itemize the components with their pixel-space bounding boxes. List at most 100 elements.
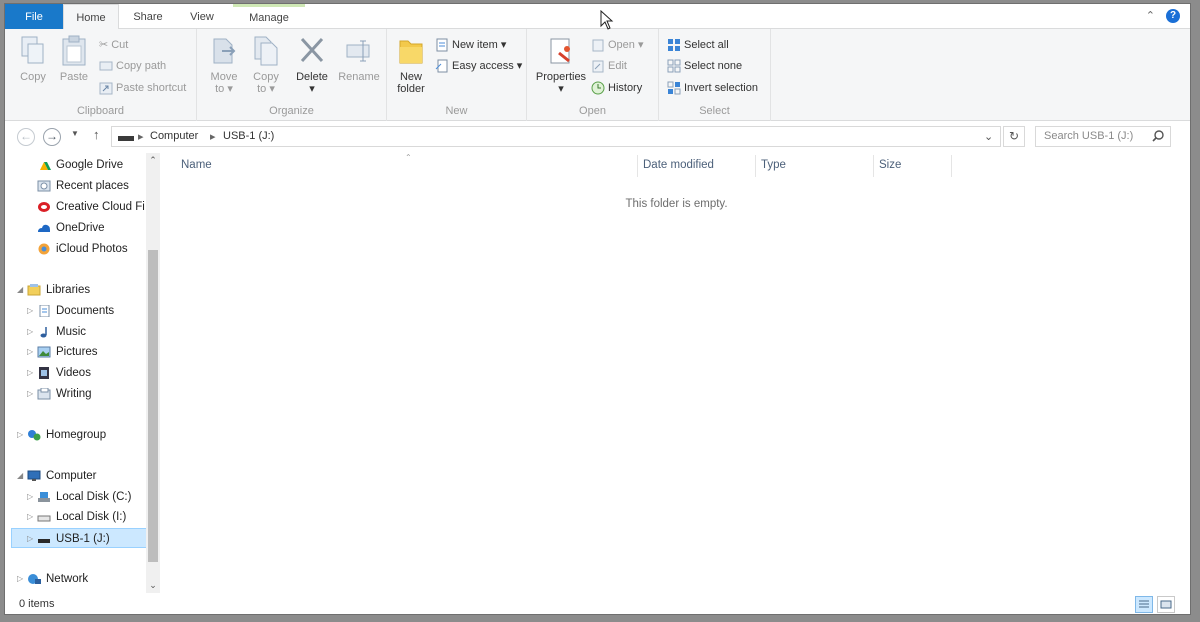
large-icons-view-button[interactable] — [1157, 596, 1175, 613]
collapsed-chevron-icon[interactable]: ▷ — [17, 425, 27, 445]
move-to-button[interactable]: Move to ▾ — [207, 35, 241, 95]
address-bar[interactable]: ▸ Computer ▸ USB-1 (J:) ⌄ — [111, 126, 1001, 147]
nav-item-creative-cloud[interactable]: Creative Cloud Fi — [37, 197, 145, 217]
back-arrow-icon: ← — [20, 129, 32, 143]
collapsed-chevron-icon[interactable]: ▷ — [27, 384, 37, 404]
nav-item-pictures[interactable]: ▷ Pictures — [27, 342, 98, 362]
nav-item-videos[interactable]: ▷ Videos — [27, 363, 91, 383]
history-button[interactable]: History — [591, 80, 642, 96]
forward-button[interactable]: → — [43, 128, 61, 146]
nav-item-local-disk-i[interactable]: ▷ Local Disk (I:) — [27, 507, 126, 527]
tab-view[interactable]: View — [177, 4, 227, 29]
collapsed-chevron-icon[interactable]: ▷ — [17, 569, 27, 589]
nav-item-usb-drive[interactable]: ▷ USB-1 (J:) — [11, 528, 147, 548]
new-group-label: New — [445, 105, 468, 117]
nav-label: Writing — [56, 388, 92, 401]
new-folder-button[interactable]: New folder — [393, 35, 429, 95]
libraries-icon — [27, 284, 41, 296]
cut-button[interactable]: ✂ Cut — [99, 37, 128, 53]
collapsed-chevron-icon[interactable]: ▷ — [27, 342, 37, 362]
nav-label: Music — [56, 326, 87, 339]
collapsed-chevron-icon[interactable]: ▷ — [27, 507, 37, 527]
recent-locations-dropdown[interactable]: ▼ — [71, 129, 79, 138]
nav-item-writing[interactable]: ▷ Writing — [27, 384, 92, 404]
navigation-pane: Google Drive Recent places Creative Clou… — [5, 153, 160, 593]
new-item-button[interactable]: New item ▾ — [435, 37, 506, 53]
nav-item-google-drive[interactable]: Google Drive — [37, 155, 123, 175]
expanded-chevron-icon[interactable]: ◢ — [17, 280, 27, 300]
tab-manage[interactable]: Manage — [233, 4, 305, 29]
nav-item-local-disk-c[interactable]: ▷ Local Disk (C:) — [27, 487, 131, 507]
nav-item-icloud-photos[interactable]: iCloud Photos — [37, 239, 128, 259]
rename-button[interactable]: Rename — [337, 35, 381, 83]
column-header-type[interactable]: Type — [761, 159, 786, 171]
details-view-button[interactable] — [1135, 596, 1153, 613]
nav-item-documents[interactable]: ▷ Documents — [27, 301, 114, 321]
tab-file[interactable]: File — [5, 4, 63, 29]
properties-button[interactable]: Properties ▾ — [531, 35, 591, 95]
nav-item-homegroup[interactable]: ▷ Homegroup — [17, 425, 106, 445]
nav-label: Computer — [46, 470, 97, 483]
edit-button[interactable]: Edit — [591, 58, 627, 74]
open-button[interactable]: Open ▾ — [591, 37, 644, 53]
file-list[interactable]: ⌃ Name Date modified Type Size This fold… — [161, 153, 1190, 593]
nav-item-computer[interactable]: ◢ Computer — [17, 466, 97, 486]
up-button[interactable]: ↑ — [93, 127, 100, 142]
collapsed-chevron-icon[interactable]: ▷ — [27, 487, 37, 507]
copy-path-button[interactable]: Copy path — [99, 58, 166, 74]
copy-to-label-2: to — [257, 83, 267, 95]
nav-item-network[interactable]: ▷ Network — [17, 569, 88, 589]
copy-to-button[interactable]: Copy to ▾ — [249, 35, 283, 95]
refresh-button[interactable]: ↻ — [1003, 126, 1025, 147]
expanded-chevron-icon[interactable]: ◢ — [17, 466, 27, 486]
search-input[interactable]: Search USB-1 (J:) — [1035, 126, 1171, 147]
back-button[interactable]: ← — [17, 128, 35, 146]
nav-item-onedrive[interactable]: OneDrive — [37, 218, 105, 238]
column-divider[interactable] — [755, 155, 756, 177]
delete-button[interactable]: Delete ▾ — [293, 35, 331, 95]
column-header-date-modified[interactable]: Date modified — [643, 159, 714, 171]
breadcrumb-current[interactable]: USB-1 (J:) — [223, 130, 274, 142]
tab-home[interactable]: Home — [63, 4, 119, 30]
column-divider[interactable] — [951, 155, 952, 177]
address-dropdown-icon[interactable]: ⌄ — [984, 130, 993, 143]
column-header-size[interactable]: Size — [879, 159, 901, 171]
select-all-button[interactable]: Select all — [667, 37, 729, 53]
scroll-up-icon[interactable]: ⌃ — [147, 155, 159, 166]
help-icon[interactable]: ? — [1166, 9, 1180, 24]
paste-shortcut-button[interactable]: Paste shortcut — [99, 80, 186, 96]
cut-label: Cut — [111, 39, 129, 51]
copy-button[interactable]: Copy — [17, 35, 49, 83]
open-group-label: Open — [579, 105, 606, 117]
scrollbar-thumb[interactable] — [148, 250, 158, 562]
collapsed-chevron-icon[interactable]: ▷ — [27, 529, 37, 549]
column-divider[interactable] — [637, 155, 638, 177]
tab-share[interactable]: Share — [123, 4, 173, 29]
system-drive-icon — [38, 492, 50, 502]
nav-item-music[interactable]: ▷ Music — [27, 322, 86, 342]
status-bar: 0 items — [5, 593, 1190, 614]
scroll-down-icon[interactable]: ⌄ — [147, 580, 159, 591]
rename-label: Rename — [338, 71, 380, 83]
column-divider[interactable] — [873, 155, 874, 177]
invert-selection-button[interactable]: Invert selection — [667, 80, 758, 96]
nav-label: Pictures — [56, 346, 98, 359]
select-none-button[interactable]: Select none — [667, 58, 742, 74]
breadcrumb-computer[interactable]: Computer — [150, 130, 198, 142]
nav-item-libraries[interactable]: ◢ Libraries — [17, 280, 90, 300]
move-to-label-2: to — [215, 83, 225, 95]
minimize-ribbon-icon[interactable]: ⌃ — [1146, 10, 1155, 22]
new-item-label: New item — [452, 39, 498, 51]
column-header-name[interactable]: Name — [181, 159, 212, 171]
folder-icon — [399, 40, 423, 64]
nav-scrollbar[interactable]: ⌃ ⌄ — [146, 153, 160, 593]
collapsed-chevron-icon[interactable]: ▷ — [27, 301, 37, 321]
onedrive-icon — [38, 224, 50, 232]
paste-button[interactable]: Paste — [57, 35, 91, 83]
nav-label: Libraries — [46, 284, 91, 297]
collapsed-chevron-icon[interactable]: ▷ — [27, 363, 37, 383]
nav-item-recent-places[interactable]: Recent places — [37, 176, 129, 196]
collapsed-chevron-icon[interactable]: ▷ — [27, 322, 37, 342]
select-group-label: Select — [699, 105, 730, 117]
easy-access-button[interactable]: Easy access ▾ — [435, 58, 522, 74]
